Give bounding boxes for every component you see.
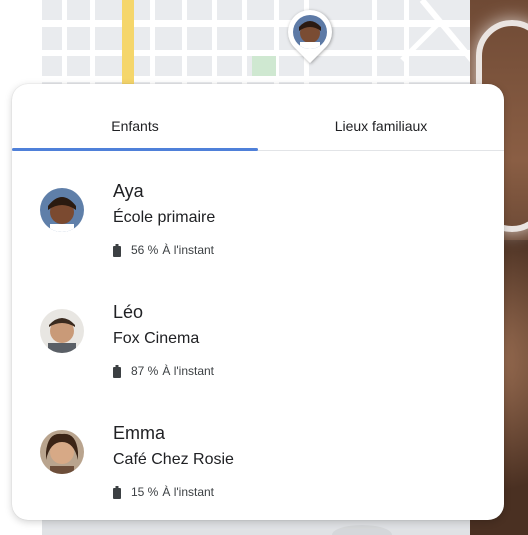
child-status: 56 % À l'instant: [113, 243, 214, 257]
battery-icon: [113, 364, 121, 378]
battery-level: 87 %: [131, 364, 159, 378]
tab-family-places[interactable]: Lieux familiaux: [258, 84, 504, 150]
last-updated: À l'instant: [162, 243, 215, 257]
tab-active-indicator: [12, 148, 258, 151]
child-status: 87 % À l'instant: [113, 364, 214, 378]
battery-icon: [113, 243, 121, 257]
child-location: École primaire: [113, 209, 216, 226]
child-list-item[interactable]: Léo Fox Cinema 87 % À l'instant: [12, 302, 504, 412]
tab-bar: Enfants Lieux familiaux: [12, 84, 504, 151]
avatar-photo-icon: [40, 188, 84, 232]
child-name: Emma: [113, 423, 166, 443]
last-updated: À l'instant: [162, 364, 215, 378]
child-list-item[interactable]: Emma Café Chez Rosie 15 % À l'instant: [12, 423, 504, 520]
child-name: Léo: [113, 302, 144, 322]
child-name: Aya: [113, 181, 144, 201]
family-panel: Enfants Lieux familiaux Aya École primai…: [12, 84, 504, 520]
avatar-photo-icon: [293, 15, 327, 49]
child-status: 15 % À l'instant: [113, 485, 214, 499]
battery-icon: [113, 485, 121, 499]
avatar-photo-icon: [40, 309, 84, 353]
battery-level: 56 %: [131, 243, 159, 257]
last-updated: À l'instant: [162, 485, 215, 499]
tab-children[interactable]: Enfants: [12, 84, 258, 150]
battery-level: 15 %: [131, 485, 159, 499]
map-pin-icon[interactable]: [278, 0, 342, 64]
avatar-photo-icon: [40, 430, 84, 474]
child-location: Café Chez Rosie: [113, 451, 234, 468]
child-location: Fox Cinema: [113, 330, 200, 347]
child-list-item[interactable]: Aya École primaire 56 % À l'instant: [12, 181, 504, 291]
